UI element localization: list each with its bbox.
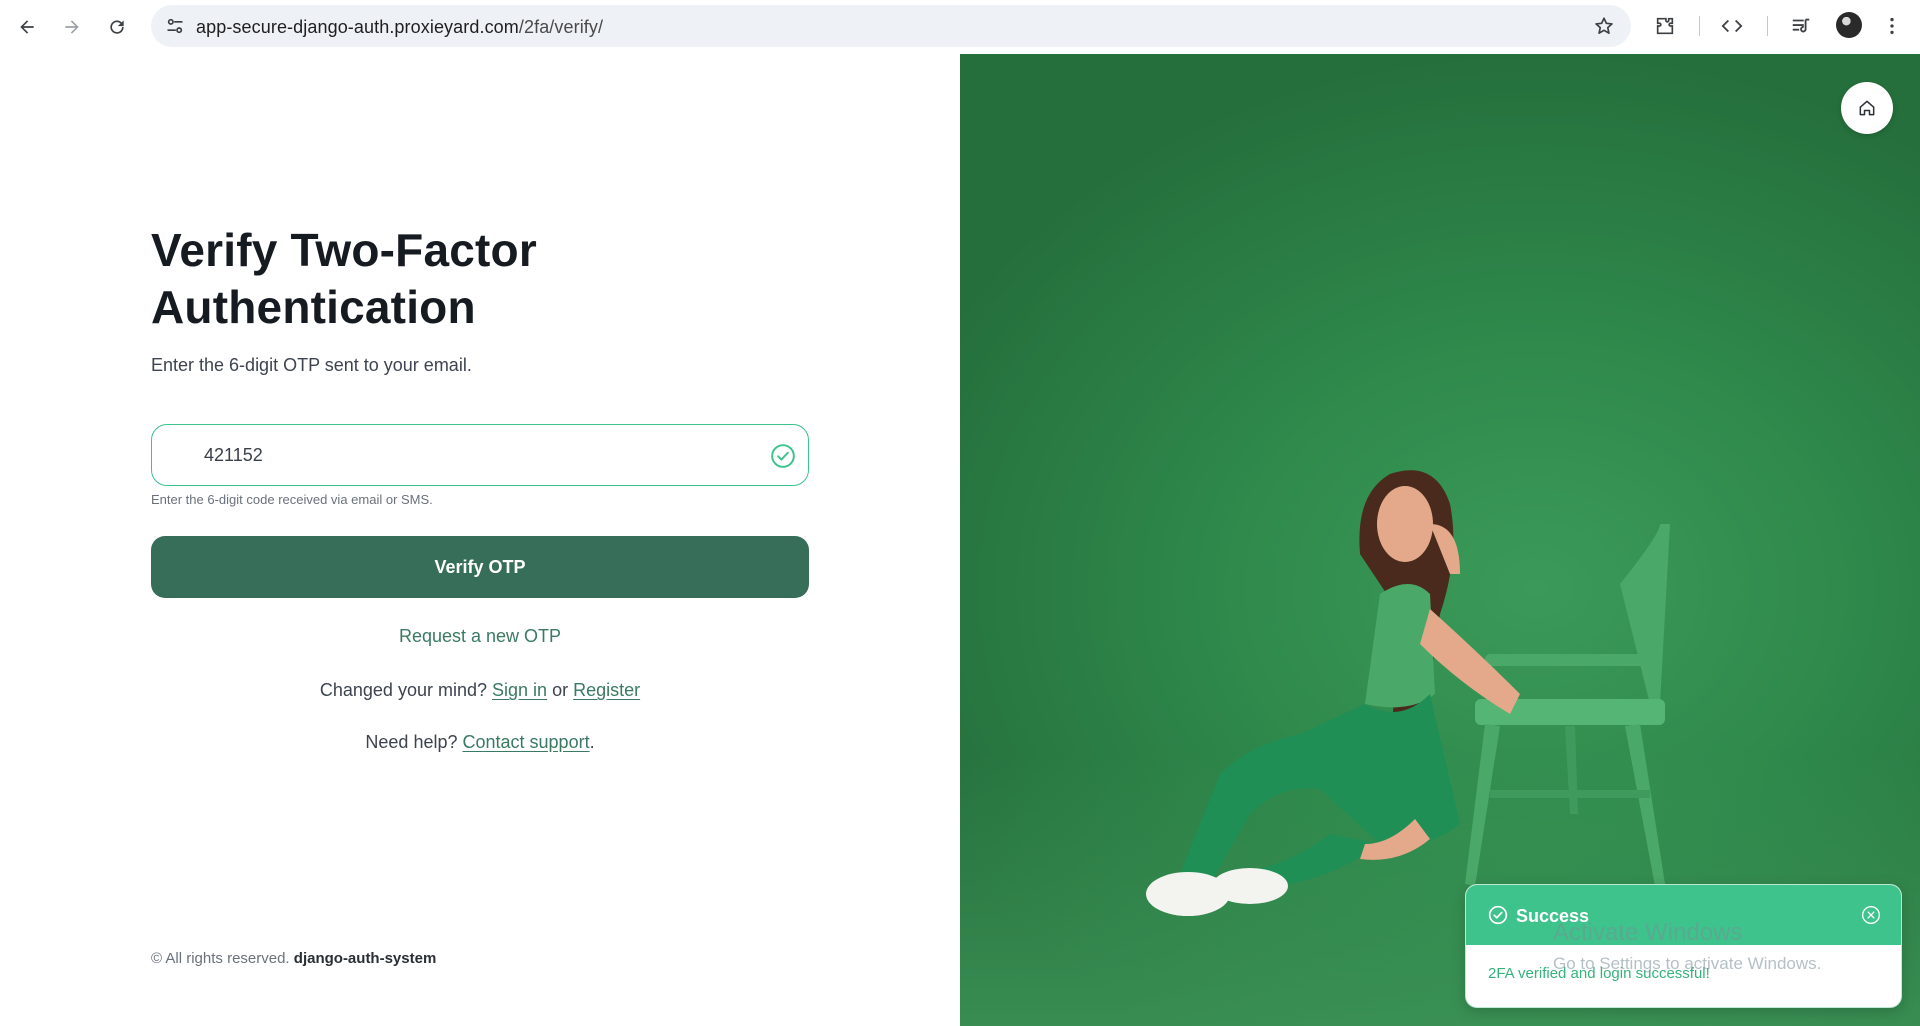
help-line: Need help? Contact support. bbox=[151, 732, 809, 753]
otp-field[interactable] bbox=[151, 424, 809, 486]
puzzle-icon bbox=[1656, 17, 1674, 35]
otp-hint: Enter the 6-digit code received via emai… bbox=[151, 492, 433, 507]
verify-otp-button[interactable]: Verify OTP bbox=[151, 536, 809, 598]
or-text: or bbox=[552, 680, 569, 700]
url-text: app-secure-django-auth.proxieyard.com/2f… bbox=[196, 17, 603, 38]
help-period: . bbox=[589, 732, 595, 752]
footer: © All rights reserved. django-auth-syste… bbox=[151, 950, 436, 967]
close-icon[interactable] bbox=[1861, 905, 1881, 925]
menu-button[interactable] bbox=[1878, 12, 1906, 40]
page-title: Verify Two-Factor Authentication bbox=[151, 224, 537, 333]
forward-button[interactable] bbox=[55, 10, 89, 44]
home-icon bbox=[1859, 100, 1875, 116]
help-text: Need help? bbox=[365, 732, 458, 752]
toolbar-divider bbox=[1767, 16, 1768, 36]
changed-mind-line: Changed your mind? Sign in or Register bbox=[151, 680, 809, 701]
person-illustration bbox=[1146, 470, 1520, 916]
hero-image-panel bbox=[960, 54, 1920, 1026]
changed-mind-text: Changed your mind? bbox=[319, 680, 487, 700]
browser-toolbar: app-secure-django-auth.proxieyard.com/2f… bbox=[0, 0, 1920, 54]
url-host: app-secure-django-auth.proxieyard.com bbox=[196, 17, 519, 37]
arrow-left-icon bbox=[20, 20, 34, 34]
reload-button[interactable] bbox=[100, 10, 134, 44]
code-icon bbox=[1721, 19, 1743, 33]
sign-in-link[interactable]: Sign in bbox=[492, 680, 547, 700]
request-new-otp-link[interactable]: Request a new OTP bbox=[151, 626, 809, 647]
os-watermark-title: Activate Windows bbox=[1553, 919, 1743, 946]
register-link[interactable]: Register bbox=[573, 680, 640, 700]
check-circle-icon bbox=[1488, 905, 1508, 925]
kebab-menu-icon bbox=[1890, 17, 1894, 35]
media-queue-icon bbox=[1792, 18, 1810, 33]
check-circle-icon bbox=[771, 444, 795, 468]
profile-avatar[interactable] bbox=[1836, 12, 1862, 38]
footer-rights: © All rights reserved. bbox=[151, 950, 290, 967]
media-button[interactable] bbox=[1787, 12, 1815, 40]
address-bar[interactable]: app-secure-django-auth.proxieyard.com/2f… bbox=[151, 5, 1631, 47]
otp-input[interactable] bbox=[204, 441, 724, 469]
tune-icon[interactable] bbox=[165, 16, 185, 36]
devtools-button[interactable] bbox=[1718, 12, 1746, 40]
home-button[interactable] bbox=[1841, 82, 1893, 134]
star-icon[interactable] bbox=[1593, 15, 1615, 37]
os-watermark-subtitle: Go to Settings to activate Windows. bbox=[1553, 954, 1822, 973]
hero-photo bbox=[1146, 470, 1670, 916]
page-subtitle: Enter the 6-digit OTP sent to your email… bbox=[151, 355, 472, 375]
toolbar-divider bbox=[1699, 16, 1700, 36]
arrow-right-icon bbox=[65, 20, 79, 34]
url-path: /2fa/verify/ bbox=[518, 17, 604, 37]
reload-icon bbox=[110, 20, 124, 34]
footer-brand: django-auth-system bbox=[293, 950, 437, 967]
extensions-button[interactable] bbox=[1651, 12, 1679, 40]
back-button[interactable] bbox=[10, 10, 44, 44]
auth-form-panel: Verify Two-Factor Authentication Enter t… bbox=[0, 54, 960, 1026]
contact-support-link[interactable]: Contact support bbox=[463, 732, 590, 752]
